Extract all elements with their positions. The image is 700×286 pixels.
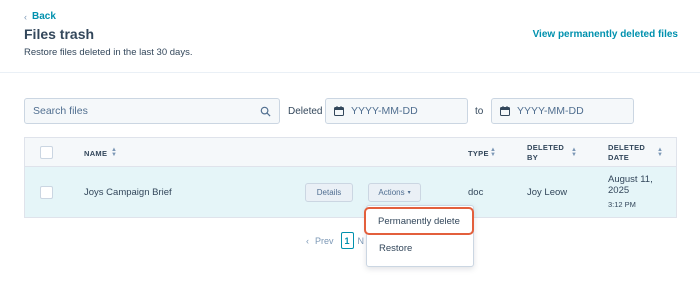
- deleted-by: Joy Leow: [527, 187, 568, 198]
- menu-item-restore[interactable]: Restore: [367, 243, 473, 254]
- header-divider: [0, 72, 700, 73]
- search-input[interactable]: Search files: [24, 98, 280, 124]
- page-subtitle: Restore files deleted in the last 30 day…: [24, 47, 193, 58]
- date-from-placeholder: YYYY-MM-DD: [351, 105, 418, 117]
- file-name[interactable]: Joys Campaign Brief: [84, 187, 172, 198]
- page-title: Files trash: [24, 26, 95, 42]
- column-header-deleted-date[interactable]: DELETED DATE: [608, 143, 645, 163]
- table-header: NAME ▲ ▼ TYPE ▲ ▼ DELETED BY ▲ ▼ DELETED DATE…: [24, 137, 677, 167]
- menu-item-permanently-delete[interactable]: Permanently delete: [364, 207, 474, 235]
- actions-button[interactable]: Actions ▾: [368, 183, 421, 202]
- date-to-input[interactable]: YYYY-MM-DD: [491, 98, 634, 124]
- column-header-name[interactable]: NAME: [84, 149, 107, 159]
- select-all-checkbox[interactable]: [40, 146, 53, 159]
- file-type: doc: [468, 187, 484, 198]
- table-row: Joys Campaign Brief Details Actions ▾ doc…: [24, 166, 677, 218]
- chevron-left-icon[interactable]: ‹: [306, 236, 309, 246]
- calendar-icon: [334, 106, 344, 116]
- sort-icon[interactable]: ▲ ▼: [111, 147, 117, 158]
- deleted-date: August 11, 2025: [608, 174, 653, 196]
- column-header-deleted-by[interactable]: DELETED BY: [527, 143, 564, 163]
- date-from-input[interactable]: YYYY-MM-DD: [325, 98, 468, 124]
- search-icon: [260, 106, 271, 117]
- date-to-placeholder: YYYY-MM-DD: [517, 105, 584, 117]
- sort-icon[interactable]: ▲ ▼: [571, 147, 577, 158]
- prev-page-button[interactable]: Prev: [315, 236, 334, 246]
- caret-down-icon: ▾: [407, 190, 411, 196]
- view-permanently-deleted-link[interactable]: View permanently deleted files: [533, 29, 678, 40]
- menu-item-label: Permanently delete: [378, 215, 460, 227]
- page-1-button[interactable]: 1: [340, 232, 354, 249]
- next-page-button[interactable]: N: [358, 236, 365, 246]
- back-link[interactable]: ‹ Back: [24, 11, 56, 22]
- search-placeholder: Search files: [33, 105, 88, 117]
- sort-icon[interactable]: ▲ ▼: [657, 147, 663, 158]
- pagination: ‹ Prev 1 N: [306, 232, 364, 249]
- back-label: Back: [32, 11, 56, 22]
- deleted-time: 3:12 PM: [608, 200, 636, 209]
- column-header-type[interactable]: TYPE: [468, 149, 489, 159]
- deleted-label: Deleted: [288, 106, 323, 117]
- chevron-left-icon: ‹: [24, 11, 27, 22]
- sort-icon[interactable]: ▲ ▼: [490, 147, 496, 158]
- details-button[interactable]: Details: [305, 183, 353, 202]
- calendar-icon: [500, 106, 510, 116]
- row-checkbox[interactable]: [40, 186, 53, 199]
- to-label: to: [475, 106, 484, 117]
